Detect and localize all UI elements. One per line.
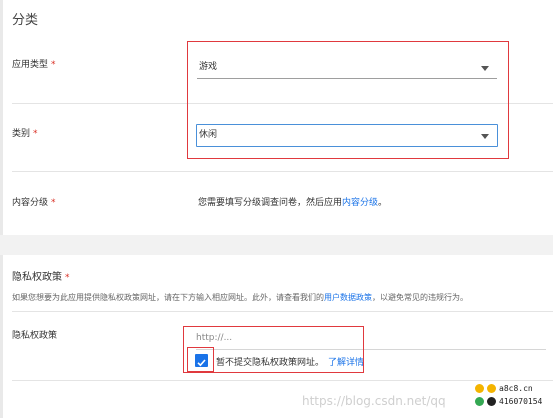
content-rating-label: 内容分级 *: [12, 198, 56, 208]
divider: [12, 171, 553, 172]
site-badge: a8c8.cn 416070154: [472, 382, 553, 418]
app-type-label: 应用类型 *: [12, 60, 56, 70]
divider: [12, 311, 553, 312]
content-rating-text: 您需要填写分级调查问卷，然后应用内容分级。: [198, 198, 388, 208]
left-edge: [0, 0, 3, 418]
highlight-box-privacy: [183, 326, 364, 373]
wechat-icon: [475, 397, 484, 406]
section-title-category: 分类: [12, 13, 39, 28]
section-title-privacy: 隐私权政策 *: [12, 272, 70, 283]
divider: [12, 380, 553, 381]
qq-penguin-icon: [487, 397, 496, 406]
content-rating-link[interactable]: 内容分级: [342, 198, 378, 208]
smiley-icon: [475, 384, 484, 393]
user-data-policy-link[interactable]: 用户数据政策: [324, 293, 372, 302]
highlight-box-dropdowns: [187, 41, 509, 159]
site-row: a8c8.cn: [475, 384, 553, 393]
watermark-text: https://blog.csdn.net/qq: [302, 394, 446, 408]
qq-row: 416070154: [475, 397, 553, 406]
privacy-field-label: 隐私权政策: [12, 331, 58, 341]
privacy-description: 如果您想要为此应用提供隐私权政策网址，请在下方输入相应网址。此外，请查看我们的用…: [12, 293, 468, 302]
smiley-icon: [487, 384, 496, 393]
category-label: 类别 *: [12, 129, 38, 139]
section-gap: [0, 235, 553, 255]
